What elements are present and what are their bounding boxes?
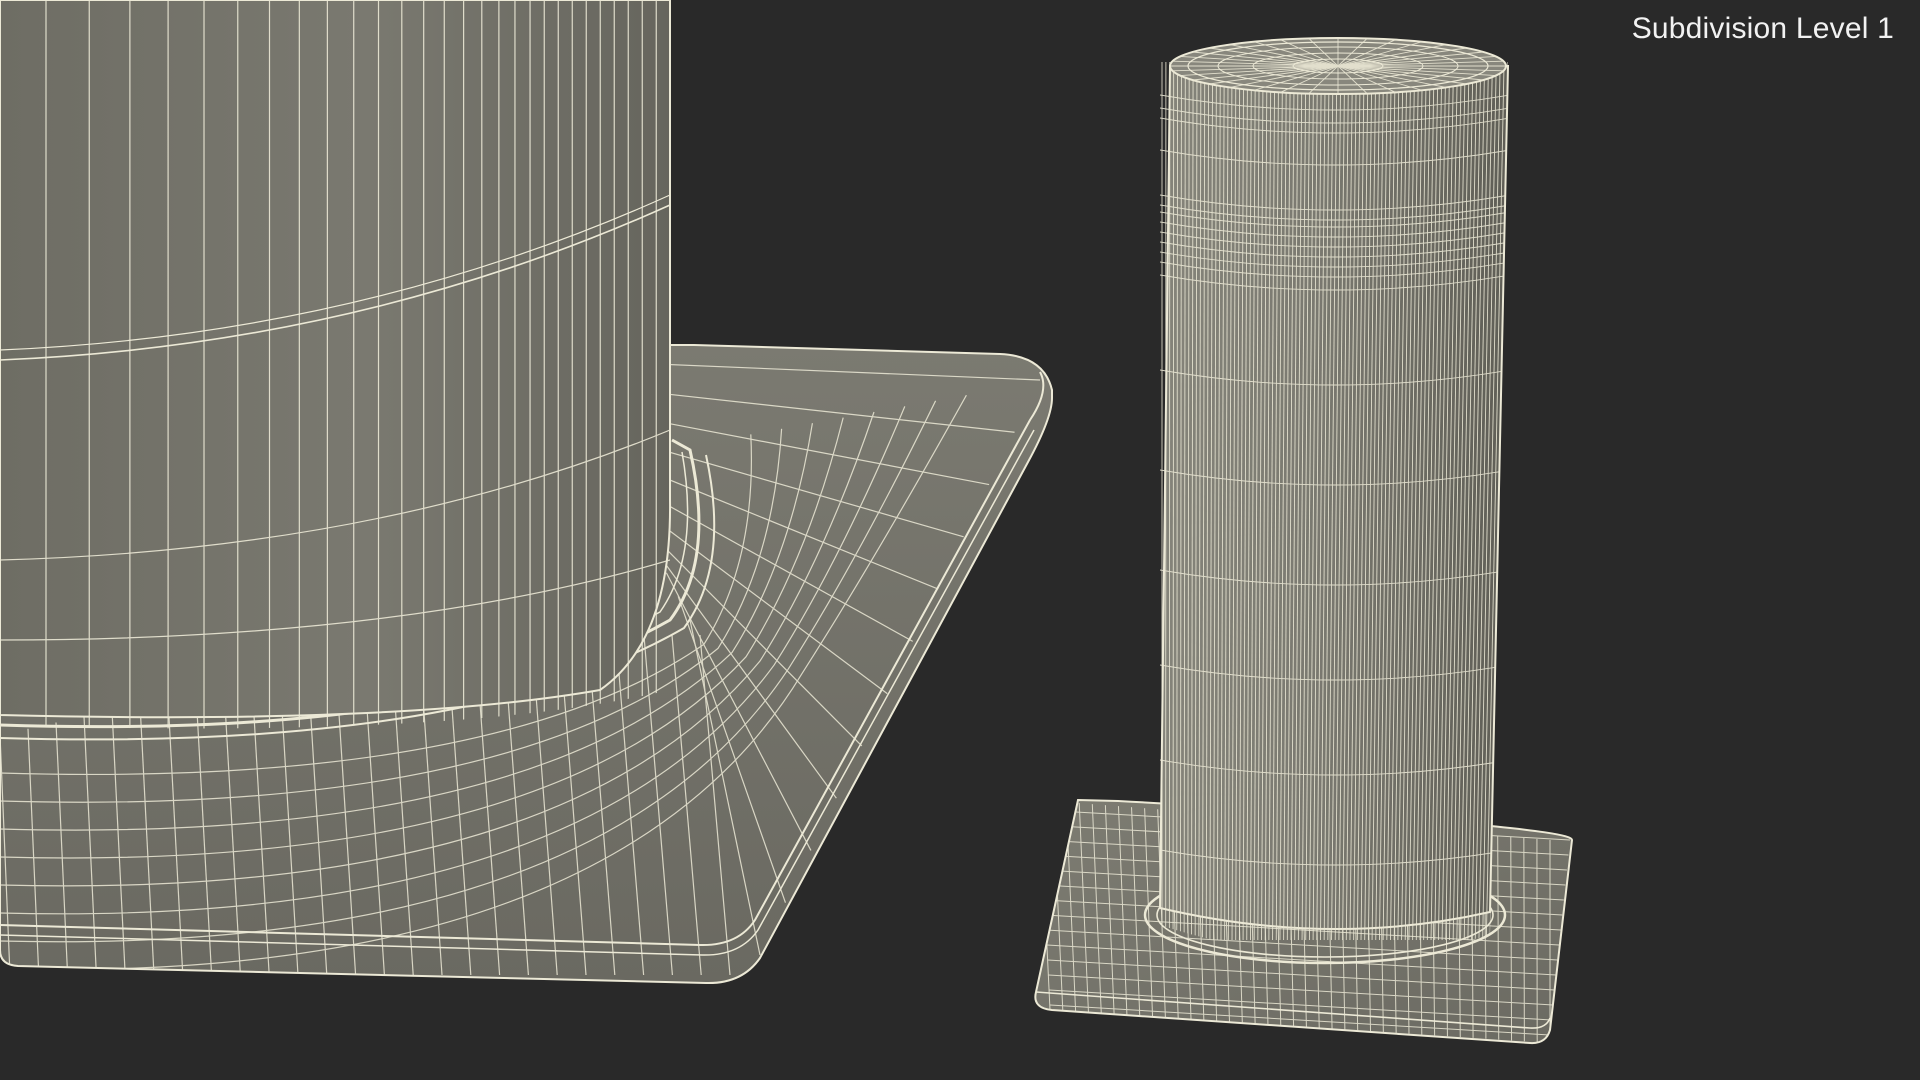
subdivision-level-label: Subdivision Level 1 xyxy=(1631,12,1894,45)
large-cylinder xyxy=(0,0,672,729)
render-viewport: Subdivision Level 1 xyxy=(0,0,1920,1080)
small-cylinder xyxy=(1158,62,1510,941)
small-top-cap xyxy=(1169,37,1507,95)
wireframe-render xyxy=(0,0,1574,1045)
